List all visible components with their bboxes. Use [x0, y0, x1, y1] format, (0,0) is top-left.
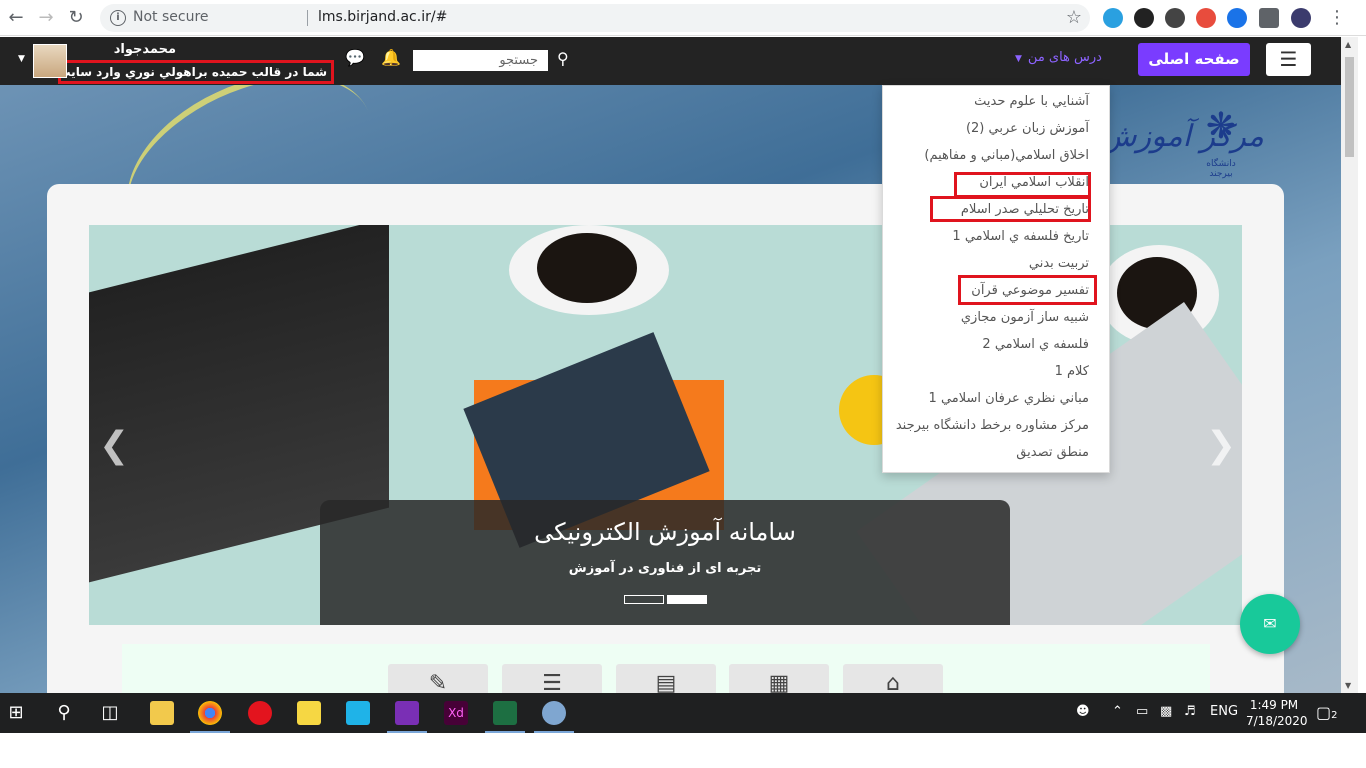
security-label[interactable]: Not secure — [133, 9, 209, 25]
file-explorer-icon[interactable] — [150, 701, 174, 725]
my-courses-label: درس های من — [1027, 50, 1102, 65]
extension-1-icon[interactable] — [1103, 8, 1123, 28]
app-icon[interactable] — [346, 701, 370, 725]
star-icon[interactable]: ☆ — [1066, 7, 1082, 28]
caret-down-icon: ▼ — [1015, 54, 1022, 64]
highlight-box — [958, 275, 1097, 305]
people-icon[interactable]: ☻ — [1076, 704, 1090, 719]
clock-time: 1:49 PM — [1249, 698, 1299, 712]
logo-caption: دانشگاه بیرجند — [1206, 159, 1236, 179]
site-navbar: ☰ صفحه اصلی درس های من ▼ ⚲ جستجو 🔔 💬 محمد… — [0, 37, 1341, 85]
course-item[interactable]: مباني نظري عرفان اسلامي 1 — [929, 391, 1089, 406]
network-icon[interactable]: ▩ — [1160, 704, 1172, 719]
forward-icon[interactable]: → — [34, 6, 58, 30]
hamburger-icon[interactable]: ☰ — [1266, 43, 1311, 76]
chat-fab-button[interactable]: ✉ — [1240, 594, 1300, 654]
course-item[interactable]: تربيت بدني — [1029, 256, 1089, 271]
chevron-up-icon[interactable]: ⌃ — [1112, 704, 1123, 719]
user-menu-caret-icon[interactable]: ▼ — [18, 54, 25, 64]
extension-2-icon[interactable] — [1134, 8, 1154, 28]
course-item[interactable]: منطق تصديق — [1016, 445, 1089, 460]
task-view-icon[interactable]: ◫ — [98, 701, 122, 725]
search-icon[interactable]: ⚲ — [557, 49, 569, 68]
info-icon[interactable]: i — [110, 10, 126, 26]
cortana-search-icon[interactable]: ⚲ — [52, 701, 76, 725]
puzzle-icon[interactable] — [1259, 8, 1279, 28]
volume-icon[interactable]: ♬ — [1184, 704, 1196, 719]
chrome-icon[interactable] — [198, 701, 222, 725]
avatar[interactable] — [33, 44, 67, 78]
course-item[interactable]: فلسفه ي اسلامي 2 — [982, 337, 1089, 352]
clock[interactable]: 1:49 PM 7/18/2020 — [1246, 697, 1308, 729]
menu-dots-icon[interactable]: ⋮ — [1325, 6, 1349, 30]
notification-icon[interactable]: ▢2 — [1316, 703, 1338, 722]
calendar-tile-icon[interactable]: ▦ — [729, 664, 829, 693]
extension-4-icon[interactable] — [1196, 8, 1216, 28]
battery-icon[interactable]: ▭ — [1136, 704, 1148, 719]
paint-icon[interactable] — [542, 701, 566, 725]
phpstorm-icon[interactable] — [395, 701, 419, 725]
my-courses-menu[interactable]: درس های من ▼ — [1015, 50, 1102, 65]
extension-5-icon[interactable] — [1227, 8, 1247, 28]
course-item[interactable]: آشنايي با علوم حديث — [974, 94, 1089, 109]
center-title: مرکز آموزش — [1100, 119, 1265, 154]
slide-title: سامانه آموزش الکترونیکی — [534, 518, 796, 546]
reload-icon[interactable]: ↻ — [64, 6, 88, 30]
slide-subtitle: تجربه ای از فناوری در آموزش — [568, 561, 762, 576]
windows-taskbar: ⊞ ⚲ ◫ Xd ☻ ⌃ ▭ ▩ ♬ ENG 1:49 PM 7/18/2020… — [0, 693, 1366, 733]
chevron-right-icon[interactable]: ❯ — [1206, 425, 1236, 466]
scroll-up-icon[interactable]: ▲ — [1345, 40, 1351, 49]
user-name[interactable]: محمدجواد صمدی — [76, 42, 176, 56]
bell-icon[interactable]: 🔔 — [381, 48, 401, 67]
edit-tile-icon[interactable]: ✎ — [388, 664, 488, 693]
opera-icon[interactable] — [248, 701, 272, 725]
chat-icon[interactable]: 💬 — [345, 48, 365, 67]
slide-caption: سامانه آموزش الکترونیکی تجربه ای از فناو… — [320, 500, 1010, 625]
home-tile-icon[interactable]: ⌂ — [843, 664, 943, 693]
coffee-cup-image — [509, 225, 669, 315]
screen-bottom-margin — [0, 733, 1366, 768]
address-bar[interactable]: i Not secure lms.birjand.ac.ir/# ☆ — [100, 4, 1090, 32]
notification-count: 2 — [1331, 710, 1338, 721]
web-page: ❋ دانشگاه بیرجند مرکز آموزش ❮ ❯ سامانه آ… — [0, 37, 1341, 693]
php-icon[interactable] — [1291, 8, 1311, 28]
login-as-notice: شما در قالب حمیده براهولي نوري وارد سايت… — [58, 60, 334, 84]
chevron-left-icon[interactable]: ❮ — [99, 425, 129, 466]
home-button[interactable]: صفحه اصلی — [1138, 43, 1250, 76]
course-item[interactable]: شبيه ساز آزمون مجازي — [961, 310, 1089, 325]
book-tile-icon[interactable]: ☰ — [502, 664, 602, 693]
news-tile-icon[interactable]: ▤ — [616, 664, 716, 693]
highlight-box — [930, 196, 1091, 222]
search-input[interactable]: جستجو — [413, 50, 548, 71]
browser-toolbar: ← → ↻ i Not secure lms.birjand.ac.ir/# ☆… — [0, 0, 1366, 36]
clock-date: 7/18/2020 — [1246, 714, 1308, 728]
slide-indicator-active[interactable] — [667, 595, 707, 604]
course-item[interactable]: کلام 1 — [1055, 364, 1089, 379]
omnibox-divider — [307, 10, 308, 26]
language-indicator[interactable]: ENG — [1210, 704, 1238, 719]
vertical-scrollbar[interactable]: ▲ ▼ — [1341, 37, 1358, 693]
windows-icon[interactable]: ⊞ — [4, 701, 28, 725]
scroll-thumb[interactable] — [1345, 57, 1354, 157]
excel-icon[interactable] — [493, 701, 517, 725]
course-item[interactable]: آموزش زبان عربي (2) — [966, 121, 1089, 136]
course-item[interactable]: مرکز مشاوره برخط دانشگاه بيرجند — [896, 418, 1089, 433]
sticky-notes-icon[interactable] — [297, 701, 321, 725]
back-icon[interactable]: ← — [4, 6, 28, 30]
extension-3-icon[interactable] — [1165, 8, 1185, 28]
course-item[interactable]: تاريخ فلسفه ي اسلامي 1 — [952, 229, 1089, 244]
slide-indicator[interactable] — [624, 595, 664, 604]
highlight-box — [954, 172, 1091, 198]
course-item[interactable]: اخلاق اسلامي(مباني و مفاهيم) — [924, 148, 1089, 163]
url-text[interactable]: lms.birjand.ac.ir/# — [318, 9, 447, 25]
adobe-xd-icon[interactable]: Xd — [444, 701, 468, 725]
scroll-down-icon[interactable]: ▼ — [1345, 681, 1351, 690]
